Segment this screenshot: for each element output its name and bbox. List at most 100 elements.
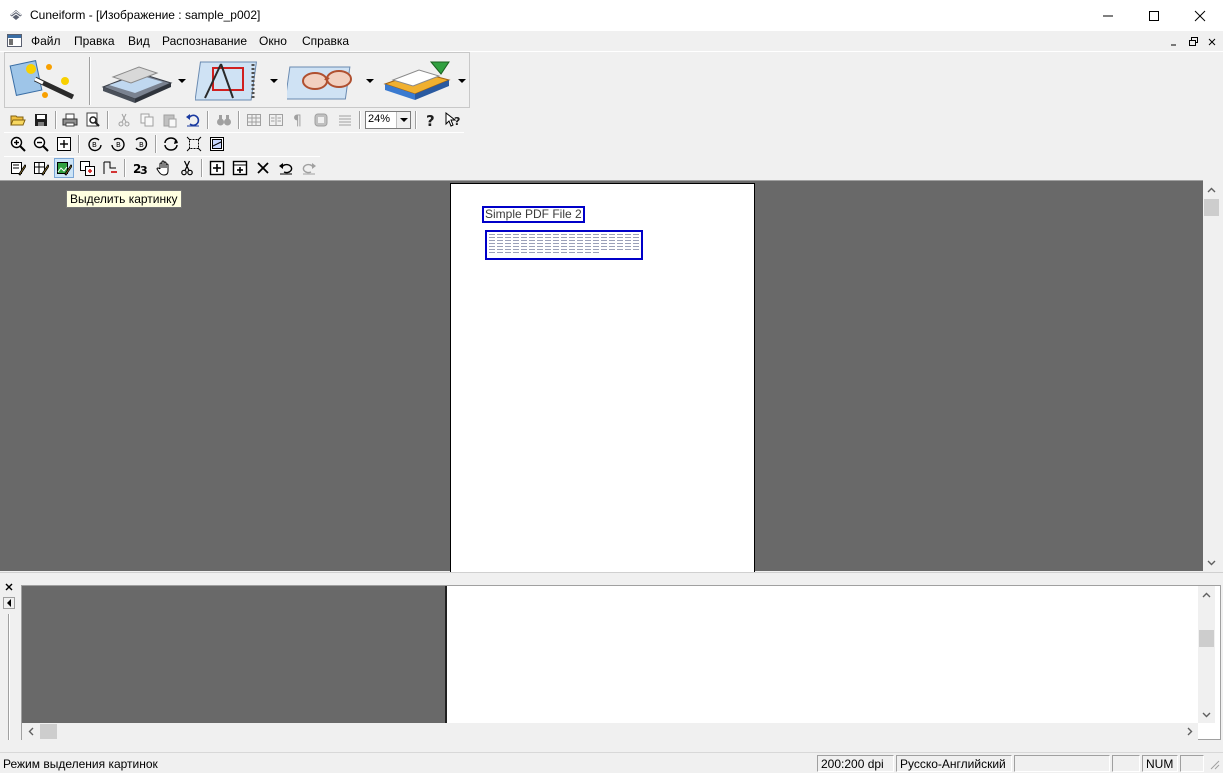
redo-icon bbox=[302, 163, 316, 175]
redo-layout-button[interactable] bbox=[299, 158, 319, 178]
collapse-pane-button[interactable] bbox=[3, 597, 15, 609]
help-button[interactable]: ? bbox=[420, 110, 440, 130]
mdi-restore-button[interactable] bbox=[1186, 35, 1200, 48]
open-button[interactable] bbox=[8, 110, 28, 130]
text-block-pencil-icon bbox=[11, 162, 26, 176]
pan-button[interactable] bbox=[154, 158, 174, 178]
scroll-down-button[interactable] bbox=[1198, 706, 1215, 723]
scroll-right-button[interactable] bbox=[1181, 723, 1198, 740]
maximize-button[interactable] bbox=[1131, 0, 1177, 31]
chevron-down-icon[interactable] bbox=[178, 79, 186, 83]
menu-edit[interactable]: Правка bbox=[74, 34, 115, 48]
invert-button[interactable] bbox=[161, 134, 181, 154]
image-vertical-scrollbar[interactable] bbox=[1203, 181, 1220, 571]
add-cell-button[interactable] bbox=[230, 158, 250, 178]
table-button[interactable] bbox=[244, 110, 264, 130]
pane-splitter[interactable] bbox=[0, 572, 1223, 582]
menu-recognition[interactable]: Распознавание bbox=[162, 34, 247, 48]
context-help-button[interactable]: ? bbox=[443, 110, 463, 130]
recognized-text-editor[interactable] bbox=[449, 586, 1198, 723]
find-button[interactable] bbox=[214, 110, 234, 130]
paste-button[interactable] bbox=[160, 110, 180, 130]
scroll-left-button[interactable] bbox=[22, 723, 39, 740]
document-window-icon[interactable] bbox=[7, 34, 22, 47]
menu-file[interactable]: Файл bbox=[31, 34, 61, 48]
add-row-button[interactable] bbox=[207, 158, 227, 178]
text-line bbox=[489, 243, 639, 244]
scroll-up-button[interactable] bbox=[1203, 181, 1220, 198]
rotate-180-button[interactable]: B bbox=[131, 134, 151, 154]
zoom-out-button[interactable] bbox=[31, 134, 51, 154]
copy-button[interactable] bbox=[137, 110, 157, 130]
mdi-minimize-button[interactable] bbox=[1167, 35, 1181, 48]
undo-layout-button[interactable] bbox=[276, 158, 296, 178]
picture-block-pencil-icon bbox=[57, 162, 72, 176]
cut-block-button[interactable] bbox=[177, 158, 197, 178]
save-export-button[interactable] bbox=[379, 55, 469, 107]
select-text-block-button[interactable] bbox=[8, 158, 28, 178]
align-button[interactable] bbox=[335, 110, 355, 130]
text-horizontal-scrollbar[interactable] bbox=[22, 723, 1198, 740]
delete-button[interactable] bbox=[253, 158, 273, 178]
rotate-right-icon: B bbox=[111, 137, 125, 152]
chevron-down-icon[interactable] bbox=[396, 112, 410, 128]
scroll-thumb[interactable] bbox=[1199, 630, 1214, 647]
status-empty-cell bbox=[1014, 755, 1110, 772]
add-block-button[interactable] bbox=[77, 158, 97, 178]
menu-window[interactable]: Окно bbox=[259, 34, 287, 48]
lower-pane-controls bbox=[0, 582, 20, 742]
block-order-button[interactable]: 23 bbox=[131, 158, 151, 178]
undo-button[interactable] bbox=[183, 110, 203, 130]
menu-help[interactable]: Справка bbox=[302, 34, 349, 48]
zoom-select[interactable]: 24% bbox=[365, 111, 411, 129]
close-icon bbox=[5, 583, 13, 591]
scroll-thumb[interactable] bbox=[40, 724, 57, 739]
remove-block-button[interactable] bbox=[100, 158, 120, 178]
chevron-down-icon[interactable] bbox=[458, 79, 466, 83]
title-text-block[interactable]: Simple PDF File 2 bbox=[482, 206, 585, 223]
cut-button[interactable] bbox=[114, 110, 134, 130]
rotate-left-button[interactable]: B bbox=[85, 134, 105, 154]
recognize-button[interactable] bbox=[287, 55, 377, 107]
text-vertical-scrollbar[interactable] bbox=[1198, 586, 1215, 723]
chevron-up-icon bbox=[1202, 592, 1211, 597]
print-preview-icon bbox=[86, 112, 100, 127]
minimize-button[interactable] bbox=[1085, 0, 1131, 31]
print-preview-button[interactable] bbox=[83, 110, 103, 130]
columns-button[interactable] bbox=[266, 110, 286, 130]
layout-analysis-icon bbox=[195, 61, 258, 101]
frame-icon bbox=[314, 113, 328, 127]
window-title: Cuneiform - [Изображение : sample_p002] bbox=[30, 8, 261, 22]
printer-icon bbox=[62, 113, 78, 127]
image-view[interactable]: Simple PDF File 2 bbox=[0, 180, 1203, 572]
close-button[interactable] bbox=[1177, 0, 1223, 31]
scan-button[interactable] bbox=[99, 55, 187, 107]
print-button[interactable] bbox=[60, 110, 80, 130]
crop-icon bbox=[186, 136, 202, 152]
auto-process-button[interactable] bbox=[9, 55, 83, 107]
paste-icon bbox=[163, 114, 177, 128]
select-table-block-button[interactable] bbox=[31, 158, 51, 178]
fit-page-button[interactable] bbox=[54, 134, 74, 154]
frame-button[interactable] bbox=[311, 110, 331, 130]
scroll-down-button[interactable] bbox=[1203, 554, 1220, 571]
body-text-block[interactable] bbox=[485, 230, 643, 260]
mdi-close-button[interactable] bbox=[1205, 35, 1219, 48]
menu-view[interactable]: Вид bbox=[128, 34, 150, 48]
crop-button[interactable] bbox=[184, 134, 204, 154]
rotate-right-button[interactable]: B bbox=[108, 134, 128, 154]
save-button[interactable] bbox=[31, 110, 51, 130]
scroll-up-button[interactable] bbox=[1198, 586, 1215, 603]
chevron-down-icon[interactable] bbox=[270, 79, 278, 83]
copy-icon bbox=[140, 113, 154, 127]
image-properties-button[interactable] bbox=[207, 134, 227, 154]
select-picture-button[interactable] bbox=[54, 158, 74, 178]
layout-analysis-button[interactable] bbox=[195, 55, 281, 107]
scroll-thumb[interactable] bbox=[1204, 199, 1219, 216]
chevron-down-icon[interactable] bbox=[366, 79, 374, 83]
close-pane-button[interactable] bbox=[3, 583, 15, 595]
size-grip[interactable] bbox=[1208, 758, 1220, 770]
paragraph-marks-button[interactable]: ¶ bbox=[288, 110, 308, 130]
zoom-in-button[interactable] bbox=[8, 134, 28, 154]
page-image[interactable]: Simple PDF File 2 bbox=[450, 183, 755, 572]
